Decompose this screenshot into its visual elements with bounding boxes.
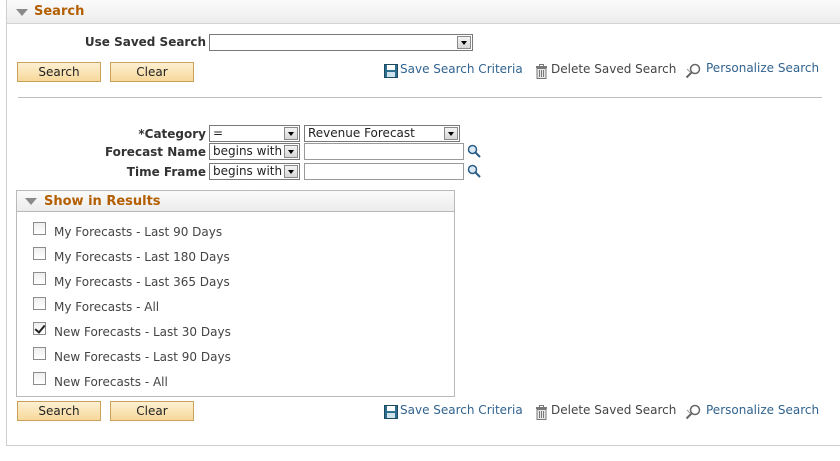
category-value: Revenue Forecast: [308, 126, 415, 140]
result-option-label: My Forecasts - Last 90 Days: [54, 225, 223, 239]
result-option-checkbox[interactable]: [33, 347, 46, 360]
delete-saved-search-link-top[interactable]: Delete Saved Search: [551, 62, 676, 76]
time-frame-label: Time Frame: [126, 165, 206, 179]
show-in-results-panel: Show in Results My Forecasts - Last 90 D…: [16, 190, 455, 397]
save-disk-icon[interactable]: [384, 405, 398, 419]
result-option-label: New Forecasts - All: [54, 375, 168, 389]
chevron-down-icon[interactable]: [284, 165, 298, 178]
clear-button-top[interactable]: Clear: [110, 62, 194, 82]
forecast-name-operator-value: begins with: [213, 144, 283, 158]
category-label: *Category: [138, 127, 206, 141]
chevron-down-icon[interactable]: [284, 145, 298, 158]
save-search-criteria-link-top[interactable]: Save Search Criteria: [400, 62, 523, 76]
personalize-search-link-bottom[interactable]: Personalize Search: [706, 403, 819, 417]
personalize-search-link-top[interactable]: Personalize Search: [706, 61, 819, 75]
time-frame-operator-select[interactable]: begins with: [209, 163, 300, 180]
trash-icon[interactable]: [535, 64, 548, 79]
result-option-checkbox[interactable]: [33, 272, 46, 285]
result-option-label: New Forecasts - Last 30 Days: [54, 325, 231, 339]
forecast-name-input[interactable]: [304, 143, 464, 160]
time-frame-input[interactable]: [304, 163, 464, 180]
show-in-results-header[interactable]: Show in Results: [17, 191, 454, 212]
search-button-top[interactable]: Search: [17, 62, 101, 82]
section-divider: [18, 97, 822, 98]
forecast-name-operator-select[interactable]: begins with: [209, 143, 300, 160]
chevron-down-icon[interactable]: [457, 36, 471, 49]
result-option-checkbox[interactable]: [33, 297, 46, 310]
chevron-down-icon[interactable]: [444, 127, 458, 140]
result-option-label: My Forecasts - Last 180 Days: [54, 250, 230, 264]
saved-search-label: Use Saved Search: [84, 35, 206, 49]
category-operator-value: =: [213, 126, 224, 140]
result-option-checkbox[interactable]: [33, 222, 46, 235]
personalize-magnifier-icon[interactable]: [685, 63, 702, 79]
result-option-label: My Forecasts - Last 365 Days: [54, 275, 230, 289]
clear-button-bottom[interactable]: Clear: [110, 401, 194, 421]
category-value-select[interactable]: Revenue Forecast: [304, 125, 460, 142]
search-section-header[interactable]: Search: [7, 0, 840, 24]
search-button-bottom[interactable]: Search: [17, 401, 101, 421]
chevron-down-icon[interactable]: [284, 127, 298, 140]
result-option-checkbox-checked[interactable]: [33, 322, 46, 335]
personalize-magnifier-icon[interactable]: [685, 404, 702, 420]
save-search-criteria-link-bottom[interactable]: Save Search Criteria: [400, 403, 523, 417]
result-option-checkbox[interactable]: [33, 247, 46, 260]
save-disk-icon[interactable]: [384, 64, 398, 78]
result-option-checkbox[interactable]: [33, 372, 46, 385]
result-option-label: New Forecasts - Last 90 Days: [54, 350, 231, 364]
collapse-triangle-icon[interactable]: [16, 9, 28, 16]
time-frame-operator-value: begins with: [213, 164, 283, 178]
category-operator-select[interactable]: =: [209, 125, 300, 142]
delete-saved-search-link-bottom[interactable]: Delete Saved Search: [551, 403, 676, 417]
trash-icon[interactable]: [535, 405, 548, 420]
collapse-triangle-icon[interactable]: [25, 198, 37, 205]
saved-search-select[interactable]: [209, 34, 473, 51]
search-section-title: Search: [34, 4, 85, 19]
lookup-search-icon[interactable]: [467, 164, 481, 178]
forecast-name-label: Forecast Name: [104, 145, 206, 159]
show-in-results-title: Show in Results: [44, 194, 161, 209]
lookup-search-icon[interactable]: [467, 144, 481, 158]
result-option-label: My Forecasts - All: [54, 300, 160, 314]
